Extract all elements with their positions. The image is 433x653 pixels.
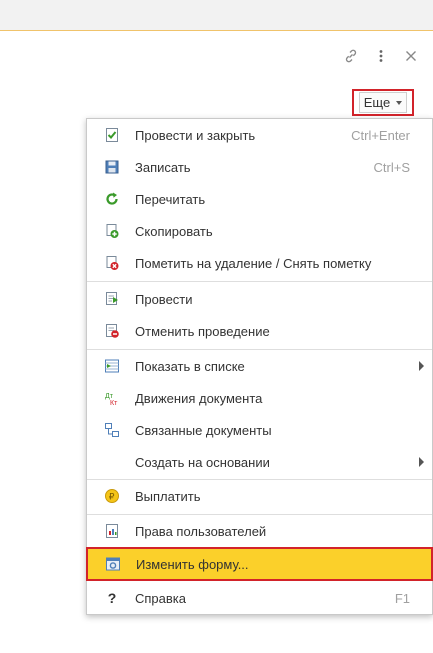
menu-item-pay[interactable]: ₽ Выплатить: [87, 480, 432, 512]
post-icon: [104, 291, 120, 307]
menu-item-create-based-on[interactable]: Создать на основании: [87, 446, 432, 478]
menu-item-document-movements[interactable]: Дт Кт Движения документа: [87, 382, 432, 414]
ruble-text: ₽: [109, 493, 115, 503]
chevron-right-icon: [419, 361, 424, 371]
more-menu: Провести и закрыть Ctrl+Enter Записать C…: [86, 118, 433, 615]
menu-item-label: Скопировать: [135, 223, 213, 239]
menu-item-help[interactable]: ? Справка F1: [87, 582, 432, 614]
menu-item-shortcut: Ctrl+Enter: [351, 127, 410, 143]
close-icon[interactable]: [401, 46, 421, 66]
change-form-icon: [105, 556, 121, 572]
menu-item-label: Движения документа: [135, 390, 263, 406]
menu-item-label: Перечитать: [135, 191, 206, 207]
user-rights-icon: [104, 523, 120, 539]
dt-text: Дт: [105, 393, 114, 400]
menu-item-related-documents[interactable]: Связанные документы: [87, 414, 432, 446]
save-icon: [104, 159, 120, 175]
menu-item-label: Права пользователей: [135, 523, 267, 539]
menu-item-change-form[interactable]: Изменить форму...: [86, 547, 433, 581]
menu-item-save[interactable]: Записать Ctrl+S: [87, 151, 432, 183]
menu-item-label: Создать на основании: [135, 454, 270, 470]
help-icon: ?: [107, 590, 117, 606]
top-bar: [0, 0, 433, 31]
menu-item-label: Провести и закрыть: [135, 127, 256, 143]
chevron-right-icon: [419, 457, 424, 467]
show-in-list-icon: [104, 358, 120, 374]
menu-item-reread[interactable]: Перечитать: [87, 183, 432, 215]
menu-item-label: Изменить форму...: [136, 557, 249, 572]
menu-item-label: Отменить проведение: [135, 323, 270, 339]
menu-item-copy[interactable]: Скопировать: [87, 215, 432, 247]
copy-icon: [104, 223, 120, 239]
menu-item-user-rights[interactable]: Права пользователей: [87, 515, 432, 547]
menu-item-shortcut: F1: [394, 590, 410, 606]
mark-delete-icon: [104, 255, 120, 271]
menu-item-post-and-close[interactable]: Провести и закрыть Ctrl+Enter: [87, 119, 432, 151]
menu-item-label: Выплатить: [135, 488, 201, 504]
menu-item-show-in-list[interactable]: Показать в списке: [87, 350, 432, 382]
menu-item-shortcut: Ctrl+S: [373, 159, 410, 175]
window-controls: [0, 46, 433, 66]
menu-item-label: Показать в списке: [135, 358, 245, 374]
link-icon[interactable]: [341, 46, 361, 66]
refresh-icon: [104, 191, 120, 207]
menu-item-post[interactable]: Провести: [87, 283, 432, 315]
menu-item-label: Справка: [135, 590, 186, 606]
kt-text: Кт: [110, 400, 118, 406]
menu-item-label: Провести: [135, 291, 193, 307]
more-button-inner: Еще: [358, 92, 408, 113]
post-and-close-icon: [104, 127, 120, 143]
related-documents-icon: [104, 422, 120, 438]
unpost-icon: [104, 323, 120, 339]
vertical-dots-icon[interactable]: [371, 46, 391, 66]
chevron-down-icon: [396, 100, 403, 105]
more-button[interactable]: Еще: [352, 89, 414, 116]
menu-item-mark-delete[interactable]: Пометить на удаление / Снять пометку: [87, 247, 432, 279]
more-button-label: Еще: [363, 95, 391, 110]
menu-item-unpost[interactable]: Отменить проведение: [87, 315, 432, 347]
document-movements-icon: Дт Кт: [104, 390, 120, 406]
menu-separator: [87, 281, 432, 282]
menu-item-label: Пометить на удаление / Снять пометку: [135, 255, 372, 271]
menu-item-label: Связанные документы: [135, 422, 272, 438]
menu-item-label: Записать: [135, 159, 191, 175]
ruble-coin-icon: ₽: [104, 488, 120, 504]
